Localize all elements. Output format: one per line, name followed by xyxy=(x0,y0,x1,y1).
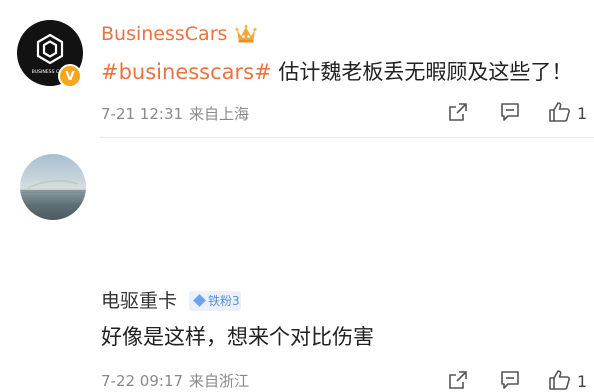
comment-text: #businesscars# 估计魏老板丢无暇顾及这些了！ xyxy=(101,58,572,86)
avatar[interactable] xyxy=(20,154,86,220)
comment-body: 估计魏老板丢无暇顾及这些了！ xyxy=(271,60,573,84)
comment-text: 好像是这样，想来个对比伤害 xyxy=(101,325,374,349)
verified-badge: V xyxy=(58,64,82,88)
comment-meta: 7-21 12:31 来自上海 xyxy=(101,104,249,124)
timestamp: 7-21 12:31 xyxy=(101,105,184,123)
fan-badge: 铁粉3 xyxy=(189,291,241,311)
share-icon[interactable] xyxy=(447,369,469,391)
like-icon[interactable] xyxy=(548,369,572,391)
landscape-avatar-image xyxy=(20,180,86,193)
location: 来自上海 xyxy=(189,105,250,123)
comment-meta: 7-22 09:17 来自浙江 xyxy=(101,371,249,391)
username[interactable]: 电驱重卡 xyxy=(101,289,177,313)
hashtag-link[interactable]: #businesscars# xyxy=(101,60,272,84)
username[interactable]: BusinessCars xyxy=(101,22,227,46)
location: 来自浙江 xyxy=(189,372,250,390)
comment-icon[interactable] xyxy=(499,369,521,391)
fan-badge-label: 铁粉3 xyxy=(208,294,240,308)
comment-item: 电驱重卡 铁粉3 好像是这样，想来个对比伤害 7-22 09:17 来自浙江 1 xyxy=(0,138,594,391)
comment-icon[interactable] xyxy=(499,101,521,123)
comment-item: BUSINESS CARS V BusinessCars #businessca… xyxy=(0,0,594,138)
like-icon[interactable] xyxy=(548,101,572,123)
like-count: 1 xyxy=(577,372,588,391)
share-icon[interactable] xyxy=(447,101,469,123)
diamond-icon xyxy=(193,294,206,307)
timestamp: 7-22 09:17 xyxy=(101,372,184,390)
crown-icon xyxy=(235,24,257,43)
like-count: 1 xyxy=(577,104,588,123)
